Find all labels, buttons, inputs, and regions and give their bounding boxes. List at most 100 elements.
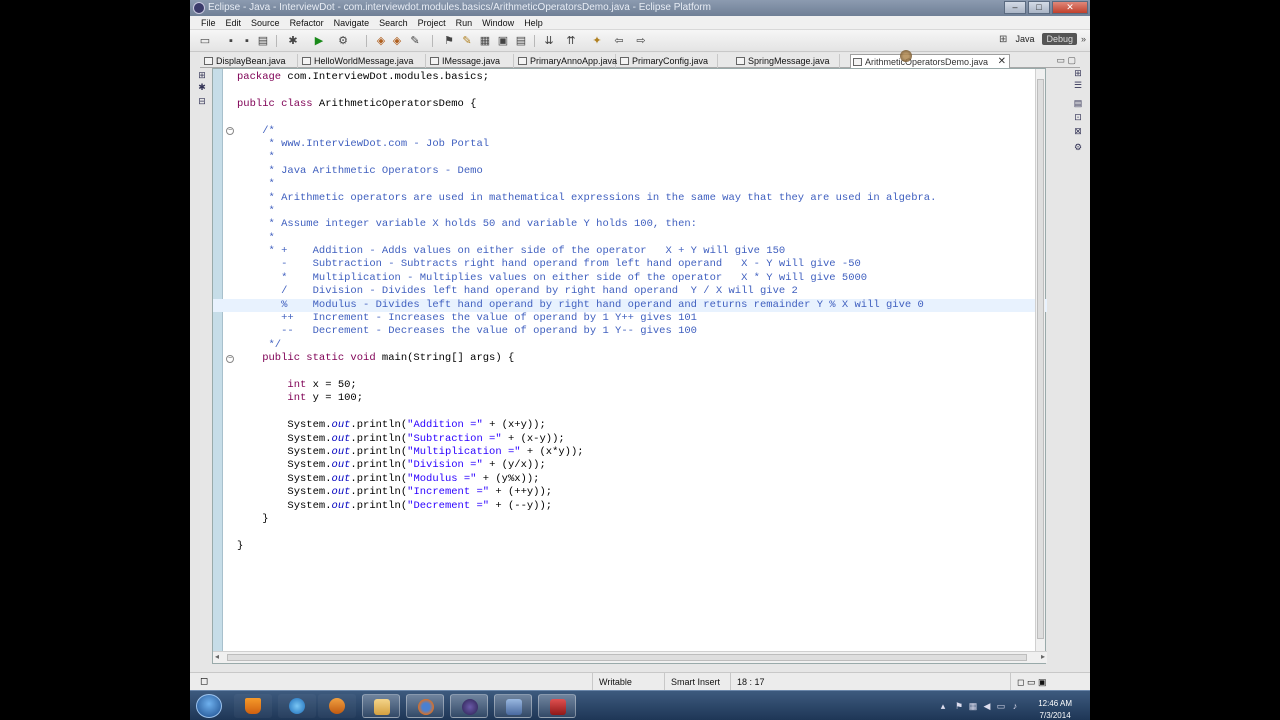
scroll-left-icon[interactable]: ◂ (215, 652, 219, 661)
code-area[interactable]: package com.InterviewDot.modules.basics;… (213, 71, 1047, 553)
java-editor[interactable]: − − package com.InterviewDot.modules.bas… (212, 68, 1047, 664)
menu-project[interactable]: Project (413, 16, 451, 29)
close-icon[interactable]: ✕ (1052, 1, 1088, 14)
keyword: int (237, 378, 307, 391)
console-icon[interactable]: ⊠ (1072, 126, 1084, 137)
taskbar-ie[interactable] (278, 694, 316, 718)
code-text: System. (237, 499, 332, 512)
outline-icon[interactable]: ☰ (1072, 80, 1084, 91)
menu-edit[interactable]: Edit (221, 16, 247, 29)
speaker-icon[interactable]: ♪ (1010, 701, 1020, 711)
restore-icon[interactable]: ⊞ (1072, 68, 1084, 79)
print-icon[interactable]: ▤ (256, 34, 270, 48)
save-icon[interactable]: ▪ (224, 34, 238, 48)
code-line: public class ArithmeticOperatorsDemo { (237, 98, 1037, 111)
minimize-maximize-editor-icon[interactable]: ▭ ▢ (1056, 55, 1076, 66)
taskbar-eclipse[interactable] (450, 694, 488, 718)
forward-icon[interactable]: ⇨ (634, 34, 648, 48)
tab-arithmeticoperatorsdemo[interactable]: ArithmeticOperatorsDemo.java ✕ (850, 54, 1010, 68)
scroll-thumb[interactable] (227, 654, 1027, 661)
chevron-right-icon[interactable]: » (1081, 34, 1086, 44)
show-hidden-icons-icon[interactable]: ▴ (938, 701, 948, 711)
horizontal-scrollbar[interactable]: ◂ ▸ (213, 651, 1047, 663)
run-icon[interactable]: ▶ (312, 34, 326, 48)
action-center-icon[interactable]: ⚑ (954, 701, 964, 711)
maximize-icon[interactable]: □ (1028, 1, 1050, 14)
tab-helloworldmessage[interactable]: HelloWorldMessage.java (300, 54, 426, 68)
minimize-icon[interactable]: – (1004, 1, 1026, 14)
annotation-icon[interactable]: ⚑ (442, 34, 456, 48)
menu-source[interactable]: Source (246, 16, 285, 29)
external-tools-icon[interactable]: ⚙ (336, 34, 350, 48)
monitor-icon[interactable]: ▭ (996, 701, 1006, 711)
taskbar-recorder[interactable] (538, 694, 576, 718)
restore-icon[interactable]: ⊞ (196, 70, 208, 81)
show-source-icon[interactable]: ▤ (514, 34, 528, 48)
taskbar-media-player[interactable] (318, 694, 356, 718)
vertical-scrollbar[interactable] (1035, 69, 1045, 651)
whitespace-icon[interactable]: ▣ (496, 34, 510, 48)
open-perspective-icon[interactable]: ⊞ (999, 34, 1007, 45)
hierarchy-icon[interactable]: ⊟ (196, 96, 208, 107)
debug-icon[interactable]: ✱ (286, 34, 300, 48)
tab-springmessage[interactable]: SpringMessage.java (734, 54, 840, 68)
code-text: System. (237, 486, 332, 499)
menu-run[interactable]: Run (451, 16, 478, 29)
save-all-icon[interactable]: ▪ (240, 34, 254, 48)
tab-primaryconfig[interactable]: PrimaryConfig.java (618, 54, 718, 68)
new-icon[interactable]: ▭ (198, 34, 212, 48)
scroll-thumb[interactable] (1037, 79, 1044, 639)
menu-window[interactable]: Window (477, 16, 519, 29)
mouse-cursor-icon (900, 50, 912, 62)
taskbar-firefox[interactable] (406, 694, 444, 718)
taskbar-clock[interactable]: 12:46 AM 7/3/2014 (1038, 698, 1072, 720)
block-select-icon[interactable]: ▦ (478, 34, 492, 48)
comment-line: * Arithmetic operators are used in mathe… (237, 191, 937, 204)
tab-label: PrimaryAnnoApp.java (530, 56, 618, 66)
problems-icon[interactable]: ⊡ (1072, 112, 1084, 123)
tab-displaybean[interactable]: DisplayBean.java (202, 54, 298, 68)
volume-icon[interactable]: ◀ (982, 701, 992, 711)
menu-help[interactable]: Help (519, 16, 548, 29)
menu-file[interactable]: File (196, 16, 221, 29)
taskbar-vlc[interactable] (234, 694, 272, 718)
fast-view-icon[interactable]: ◻ (200, 673, 208, 691)
open-task-icon[interactable]: ◈ (390, 34, 404, 48)
windows-start-icon[interactable] (196, 694, 222, 718)
comment-line: -- Decrement - Decreases the value of op… (237, 325, 697, 338)
task-list-icon[interactable]: ▤ (1072, 98, 1084, 109)
scroll-right-icon[interactable]: ▸ (1041, 652, 1045, 661)
field: out (331, 459, 351, 472)
taskbar-floppy[interactable] (494, 694, 532, 718)
next-annotation-icon[interactable]: ⇊ (542, 34, 556, 48)
search-view-icon[interactable]: ⚙ (1072, 142, 1084, 153)
collapse-method-icon[interactable]: − (226, 355, 234, 363)
comment-line: * Multiplication - Multiplies values on … (237, 271, 868, 284)
comment-line: * (237, 151, 275, 164)
network-icon[interactable]: ▦ (968, 701, 978, 711)
debug-perspective-button[interactable]: Debug (1042, 33, 1077, 45)
menu-navigate[interactable]: Navigate (329, 16, 375, 29)
back-icon[interactable]: ⇦ (612, 34, 626, 48)
comment-line: ++ Increment - Increases the value of op… (237, 312, 697, 325)
comment-line: * (237, 231, 275, 244)
last-edit-icon[interactable]: ✦ (590, 34, 604, 48)
prev-annotation-icon[interactable]: ⇈ (564, 34, 578, 48)
overview-ruler (213, 69, 223, 651)
collapse-comment-icon[interactable]: − (226, 127, 234, 135)
close-tab-icon[interactable]: ✕ (998, 55, 1006, 68)
tab-primaryannoapp[interactable]: PrimaryAnnoApp.java (516, 54, 618, 68)
highlight-icon[interactable]: ✎ (460, 34, 474, 48)
menu-search[interactable]: Search (374, 16, 413, 29)
menu-refactor[interactable]: Refactor (285, 16, 329, 29)
taskbar-explorer[interactable] (362, 694, 400, 718)
open-type-icon[interactable]: ◈ (374, 34, 388, 48)
java-perspective-button[interactable]: Java (1011, 33, 1038, 45)
tab-imessage[interactable]: IMessage.java (428, 54, 514, 68)
java-file-icon (430, 57, 439, 65)
media-player-icon (329, 698, 345, 714)
search-icon[interactable]: ✎ (408, 34, 422, 48)
package-explorer-icon[interactable]: ✱ (196, 82, 208, 93)
